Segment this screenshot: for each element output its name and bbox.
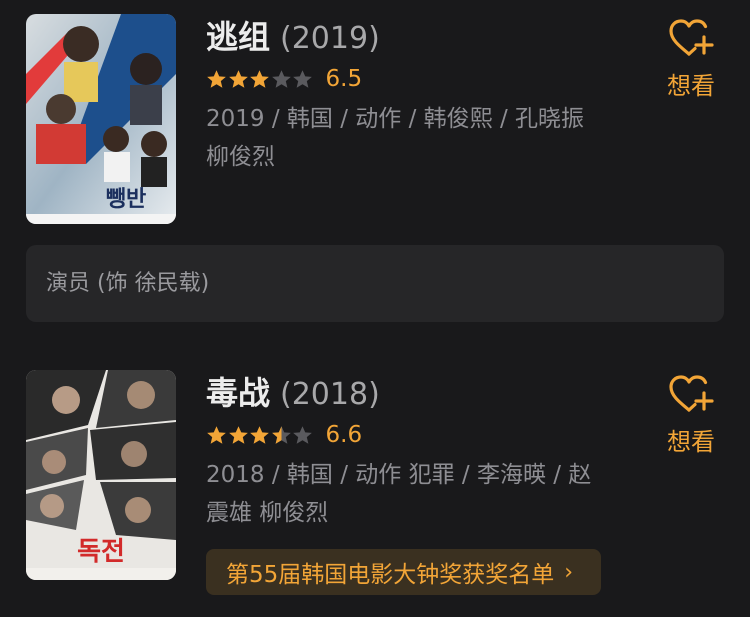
title-row: 逃组 (2019) (206, 14, 380, 60)
movie-poster[interactable]: 독전 (26, 370, 176, 580)
award-text: 第55届韩国电影大钟奖获奖名单 (226, 562, 555, 588)
want-to-watch-button[interactable]: 想看 (656, 18, 726, 101)
rating-score: 6.6 (325, 422, 363, 448)
movie-poster[interactable]: 뺑반 (26, 14, 176, 224)
poster-title: 독전 (77, 537, 125, 567)
star-empty-icon (293, 69, 312, 88)
star-filled-icon (228, 69, 248, 88)
title-row: 毒战 (2018) (206, 370, 380, 416)
movie-year: (2019) (280, 21, 380, 56)
award-link[interactable]: 第55届韩国电影大钟奖获奖名单 › (206, 549, 602, 595)
poster-image: 독전 (26, 370, 176, 580)
star-empty-icon (293, 425, 312, 444)
movie-item[interactable]: 독전 毒战 (2018) 6.6 2018 / 韩国 / 动作 犯罪 / 李海暎 … (0, 360, 750, 617)
movie-title[interactable]: 毒战 (206, 374, 270, 412)
star-filled-icon (250, 69, 269, 88)
movie-meta: 2018 / 韩国 / 动作 犯罪 / 李海暎 / 赵震雄 柳俊烈 (206, 462, 592, 526)
star-half-icon (271, 425, 291, 444)
heart-plus-icon (669, 375, 714, 412)
rating: 6.6 (206, 420, 362, 450)
star-filled-icon (207, 425, 226, 444)
star-filled-icon (207, 69, 226, 88)
star-rating (206, 69, 314, 90)
movie-meta: 2019 / 韩国 / 动作 / 韩俊熙 / 孔晓振 柳俊烈 (206, 106, 585, 170)
star-empty-icon (271, 69, 291, 88)
movie-year: (2018) (280, 377, 380, 412)
movie-title[interactable]: 逃组 (206, 18, 270, 56)
poster-image: 뺑반 (26, 14, 176, 224)
heart-plus-icon (669, 19, 714, 56)
poster-title: 뺑반 (106, 187, 146, 212)
rating: 6.5 (206, 64, 362, 94)
star-filled-icon (228, 425, 248, 444)
movie-list: 뺑반 逃组 (2019) 6.5 2019 / 韩国 / 动作 / 韩俊熙 / 孔… (0, 0, 750, 617)
star-rating (206, 425, 314, 446)
star-filled-icon (250, 425, 269, 444)
want-to-watch-label: 想看 (667, 72, 715, 100)
want-to-watch-button[interactable]: 想看 (656, 374, 726, 457)
want-to-watch-label: 想看 (667, 428, 715, 456)
movie-item[interactable]: 뺑반 逃组 (2019) 6.5 2019 / 韩国 / 动作 / 韩俊熙 / 孔… (0, 0, 750, 240)
rating-score: 6.5 (325, 66, 363, 92)
chevron-right-icon: › (564, 559, 574, 585)
role-card: 演员 (饰 徐民载) (26, 245, 724, 322)
role-text: 演员 (饰 徐民载) (46, 271, 210, 296)
